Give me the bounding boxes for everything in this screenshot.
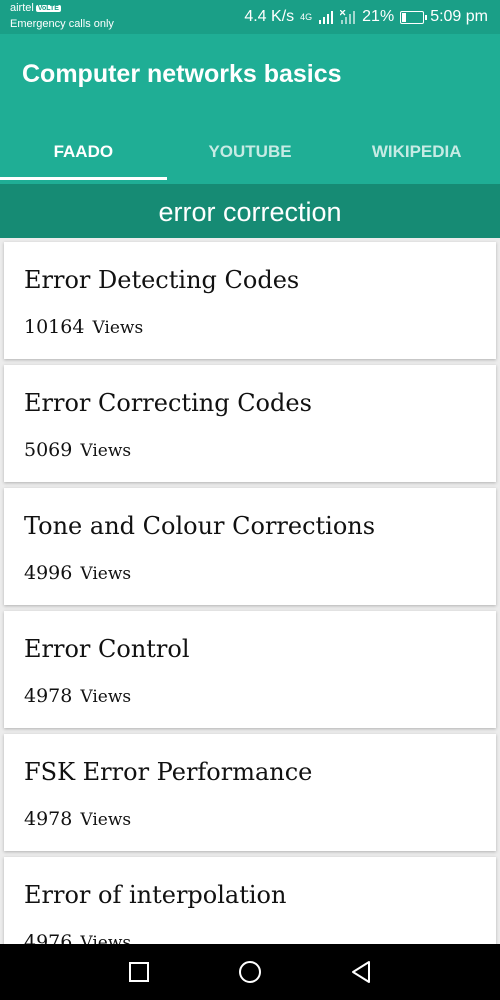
recent-apps-icon[interactable] <box>125 958 153 986</box>
tab-faado[interactable]: FAADO <box>0 130 167 184</box>
battery-percent: 21% <box>362 8 395 25</box>
item-views: 4996 Views <box>24 562 131 584</box>
signal-icon <box>319 11 334 24</box>
tab-bar: FAADO YOUTUBE WIKIPEDIA <box>0 130 500 184</box>
no-signal-icon <box>340 10 356 24</box>
item-views: 10164 Views <box>24 316 143 338</box>
item-title: Error Correcting Codes <box>24 389 312 417</box>
emergency-text: Emergency calls only <box>10 18 114 30</box>
list-item[interactable]: Error Correcting Codes 5069 Views <box>4 365 496 482</box>
list-item[interactable]: Tone and Colour Corrections 4996 Views <box>4 488 496 605</box>
section-title: error correction <box>0 184 500 238</box>
views-label: Views <box>92 318 144 338</box>
item-title: Tone and Colour Corrections <box>24 512 376 540</box>
volte-badge: VoLTE <box>35 4 61 12</box>
item-title: Error of interpolation <box>24 881 287 909</box>
clock: 5:09 pm <box>430 8 488 25</box>
topic-list[interactable]: Error Detecting Codes 10164 Views Error C… <box>0 238 500 944</box>
item-views: 4978 Views <box>24 685 131 707</box>
item-views: 4976 Views <box>24 931 131 944</box>
views-label: Views <box>80 441 132 461</box>
list-item[interactable]: FSK Error Performance 4978 Views <box>4 734 496 851</box>
item-title: Error Detecting Codes <box>24 266 300 294</box>
carrier-name: airtel <box>10 2 34 14</box>
item-title: FSK Error Performance <box>24 758 313 786</box>
network-type: 4G <box>300 12 313 22</box>
views-label: Views <box>80 564 132 584</box>
carrier-label: airtel VoLTE <box>10 2 61 14</box>
tab-wikipedia[interactable]: WIKIPEDIA <box>333 130 500 184</box>
battery-icon <box>400 10 428 24</box>
views-count: 4978 <box>24 808 73 830</box>
tab-youtube[interactable]: YOUTUBE <box>167 130 334 184</box>
item-views: 5069 Views <box>24 439 131 461</box>
item-title: Error Control <box>24 635 190 663</box>
views-count: 10164 <box>24 316 85 338</box>
status-indicators: 4.4 K/s 4G 21% 5:09 pm <box>244 8 488 26</box>
item-views: 4978 Views <box>24 808 131 830</box>
app-bar: Computer networks basics FAADO YOUTUBE W… <box>0 34 500 184</box>
views-count: 4978 <box>24 685 73 707</box>
back-icon[interactable] <box>347 958 375 986</box>
navigation-bar <box>0 944 500 1000</box>
views-label: Views <box>80 687 132 707</box>
views-count: 5069 <box>24 439 73 461</box>
network-speed: 4.4 K/s <box>244 8 295 25</box>
status-bar: airtel VoLTE Emergency calls only 4.4 K/s… <box>0 0 500 34</box>
list-item[interactable]: Error Control 4978 Views <box>4 611 496 728</box>
views-label: Views <box>80 933 132 944</box>
views-count: 4976 <box>24 931 73 944</box>
list-item[interactable]: Error Detecting Codes 10164 Views <box>4 242 496 359</box>
home-icon[interactable] <box>236 958 264 986</box>
battery-fill <box>402 12 407 22</box>
views-label: Views <box>80 810 132 830</box>
list-item[interactable]: Error of interpolation 4976 Views <box>4 857 496 944</box>
views-count: 4996 <box>24 562 73 584</box>
app-title: Computer networks basics <box>22 60 342 88</box>
